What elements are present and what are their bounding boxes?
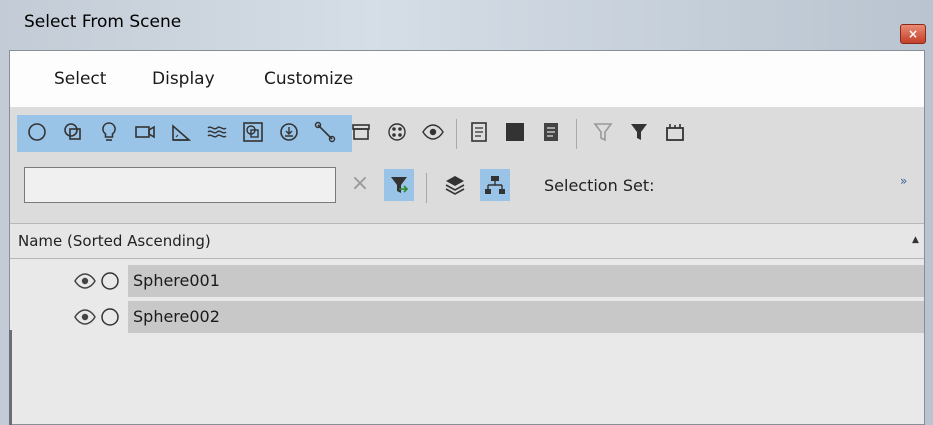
groups-icon[interactable]	[238, 117, 268, 147]
object-name: Sphere002	[133, 307, 220, 326]
shapes-icon[interactable]	[58, 117, 88, 147]
row-highlight	[128, 265, 924, 297]
layers-icon	[445, 176, 465, 195]
search-row: × Selection Set: »	[10, 159, 924, 211]
window-edge	[9, 330, 12, 425]
filter-arrow-icon	[391, 177, 409, 193]
search-input[interactable]	[24, 167, 336, 203]
filter-icon[interactable]	[624, 117, 654, 147]
toolbar-separator	[456, 119, 457, 149]
hierarchy-button[interactable]	[480, 169, 510, 201]
particle-systems-icon[interactable]	[382, 117, 412, 147]
display-dependents-icon[interactable]	[536, 117, 566, 147]
scene-object-list: Sphere001 Sphere002	[10, 259, 924, 424]
menu-bar: Select Display Customize	[10, 51, 924, 107]
list-column-header[interactable]: Name (Sorted Ascending) ▲	[10, 223, 924, 259]
toolbar-separator	[576, 119, 577, 149]
bones-icon[interactable]	[310, 117, 340, 147]
dialog-client-area: Select Display Customize × Selection Set…	[9, 50, 925, 425]
menu-customize[interactable]: Customize	[264, 69, 353, 89]
sort-ascending-icon: ▲	[912, 235, 919, 245]
row-highlight	[128, 301, 924, 333]
lights-icon[interactable]	[94, 117, 124, 147]
space-warps-icon[interactable]	[202, 117, 232, 147]
visibility-eye-icon[interactable]	[74, 307, 96, 327]
title-bar[interactable]: Select From Scene ×	[0, 0, 933, 50]
list-item[interactable]: Sphere002	[10, 299, 924, 335]
filter-off-icon[interactable]	[588, 117, 618, 147]
clear-search-icon[interactable]: ×	[346, 169, 374, 199]
object-name: Sphere001	[133, 271, 220, 290]
containers-icon[interactable]	[346, 117, 376, 147]
list-item[interactable]: Sphere001	[10, 263, 924, 299]
display-children-icon[interactable]	[464, 117, 494, 147]
close-button[interactable]: ×	[900, 24, 926, 44]
column-header-name: Name (Sorted Ascending)	[18, 232, 211, 250]
display-influences-icon[interactable]	[500, 117, 530, 147]
hierarchy-icon	[485, 176, 505, 194]
geometry-type-icon	[101, 308, 119, 326]
visibility-eye-icon[interactable]	[74, 271, 96, 291]
xrefs-icon[interactable]	[274, 117, 304, 147]
close-icon: ×	[907, 27, 919, 41]
geometry-sphere-icon[interactable]	[22, 117, 52, 147]
toolbar-separator	[426, 173, 427, 203]
menu-select[interactable]: Select	[54, 69, 106, 89]
menu-display[interactable]: Display	[152, 69, 215, 89]
toolbar-area: × Selection Set: »	[10, 107, 924, 223]
toolbar-overflow-icon[interactable]: »	[900, 174, 907, 188]
cameras-icon[interactable]	[130, 117, 160, 147]
helpers-icon[interactable]	[166, 117, 196, 147]
select-from-scene-window: Select From Scene × Select Display Custo…	[0, 0, 933, 425]
selection-set-label: Selection Set:	[544, 176, 655, 195]
window-title: Select From Scene	[24, 12, 182, 32]
filter-toggle-button[interactable]	[384, 169, 414, 201]
display-hidden-icon[interactable]	[418, 117, 448, 147]
geometry-type-icon	[101, 272, 119, 290]
layers-button[interactable]	[440, 169, 470, 201]
select-all-icon[interactable]	[660, 117, 690, 147]
